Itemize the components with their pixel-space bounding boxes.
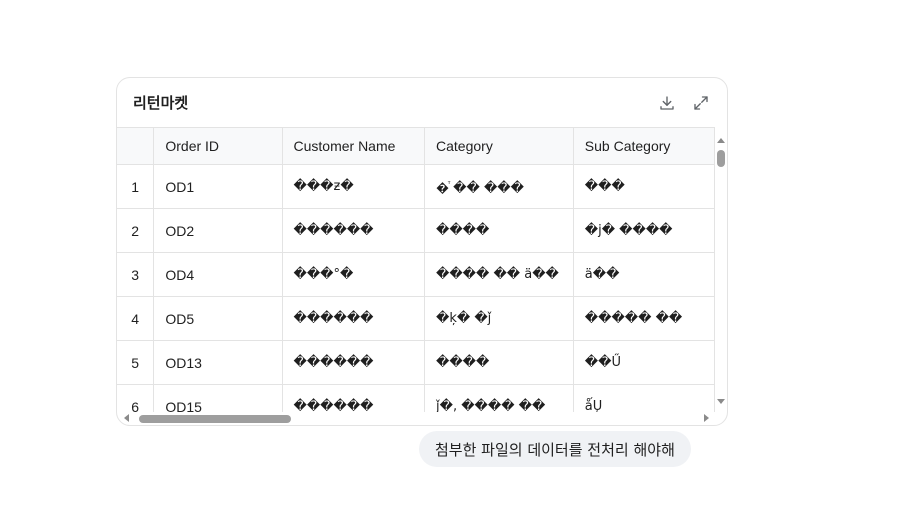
table-row: 5 OD13 ������ ���� ��Ű — [117, 340, 715, 385]
scroll-left-icon[interactable] — [124, 414, 129, 422]
row-index: 3 — [117, 252, 155, 297]
cell-sub-category: ��Ű — [572, 340, 715, 385]
cell-category: ǰ�, ���� �� — [424, 384, 574, 412]
cell-customer-name: ������ — [281, 208, 426, 253]
table-row: 6 OD15 ������ ǰ�, ���� �� ǻŲ — [117, 384, 715, 412]
scroll-right-icon[interactable] — [704, 414, 709, 422]
user-message-bubble: 첨부한 파일의 데이터를 전처리 해야해 — [419, 431, 691, 467]
cell-customer-name: ���°� — [281, 252, 426, 297]
cell-sub-category: ��� — [572, 164, 715, 209]
card-header: 리턴마켓 — [117, 78, 727, 127]
scroll-down-icon[interactable] — [717, 399, 725, 404]
table-row: 4 OD5 ������ �ķ� �ǰ ����� �� — [117, 296, 715, 341]
cell-sub-category: ǻŲ — [572, 384, 715, 412]
cell-sub-category: ä�� — [572, 252, 715, 297]
cell-customer-name: ������ — [281, 296, 426, 341]
cell-order-id: OD4 — [153, 252, 283, 297]
card-title: 리턴마켓 — [133, 94, 189, 112]
cell-order-id: OD1 — [153, 164, 283, 209]
horizontal-scroll-thumb[interactable] — [139, 415, 291, 423]
row-index: 2 — [117, 208, 155, 253]
cell-customer-name: ������ — [281, 340, 426, 385]
table-row: 2 OD2 ������ ���� �ј� ���� — [117, 208, 715, 253]
column-header-sub-category[interactable]: Sub Category — [572, 127, 715, 165]
table-viewport[interactable]: Order ID Customer Name Category Sub Cate… — [117, 127, 715, 412]
cell-order-id: OD5 — [153, 296, 283, 341]
cell-order-id: OD13 — [153, 340, 283, 385]
vertical-scroll-thumb[interactable] — [717, 150, 725, 167]
row-index: 6 — [117, 384, 155, 412]
cell-category: �ķ� �ǰ — [424, 296, 574, 341]
row-index: 4 — [117, 296, 155, 341]
cell-category: ���� �� ä�� — [424, 252, 574, 297]
cell-sub-category: ����� �� — [572, 296, 715, 341]
vertical-scrollbar[interactable] — [716, 136, 727, 404]
horizontal-scrollbar[interactable] — [123, 413, 709, 424]
cell-sub-category: �ј� ���� — [572, 208, 715, 253]
cell-category: ���� — [424, 340, 574, 385]
data-table: Order ID Customer Name Category Sub Cate… — [117, 127, 715, 412]
cell-customer-name: ������ — [281, 384, 426, 412]
column-header-order-id[interactable]: Order ID — [153, 127, 283, 165]
expand-icon[interactable] — [691, 93, 711, 113]
cell-order-id: OD15 — [153, 384, 283, 412]
row-index: 1 — [117, 164, 155, 209]
download-icon[interactable] — [657, 93, 677, 113]
column-header-index — [117, 127, 155, 165]
cell-category: �ⷮ �� ��� — [424, 164, 574, 209]
table-row: 1 OD1 ���ƶ� �ⷮ �� ��� ��� — [117, 164, 715, 209]
column-header-category[interactable]: Category — [424, 127, 574, 165]
table-header-row: Order ID Customer Name Category Sub Cate… — [117, 127, 715, 165]
cell-category: ���� — [424, 208, 574, 253]
data-preview-card: 리턴마켓 Order ID Customer Name Category Sub… — [116, 77, 728, 426]
scroll-up-icon[interactable] — [717, 138, 725, 143]
column-header-customer-name[interactable]: Customer Name — [281, 127, 426, 165]
table-row: 3 OD4 ���°� ���� �� ä�� ä�� — [117, 252, 715, 297]
cell-customer-name: ���ƶ� — [281, 164, 426, 209]
cell-order-id: OD2 — [153, 208, 283, 253]
user-message-text: 첨부한 파일의 데이터를 전처리 해야해 — [435, 440, 675, 459]
row-index: 5 — [117, 340, 155, 385]
header-actions — [657, 93, 711, 113]
